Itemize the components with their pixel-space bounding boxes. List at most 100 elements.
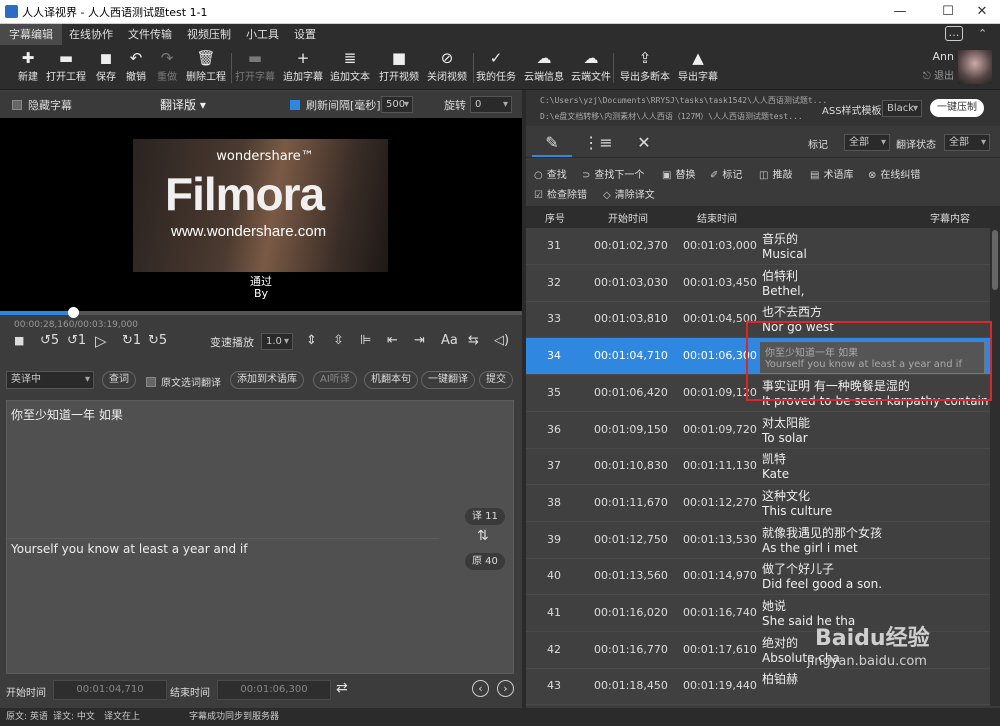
table-row[interactable]: 38 00:01:11,670 00:01:12,270 这种文化 This cultu…	[526, 485, 990, 522]
language-select[interactable]: 英译中	[6, 371, 94, 389]
tool-replace[interactable]: ▣ 替换	[662, 166, 695, 181]
menu-online-collab[interactable]: 在线协作	[60, 24, 122, 45]
rewind-1s-icon[interactable]: ↺1	[67, 330, 86, 352]
translate-status-select[interactable]: 全部	[944, 134, 990, 151]
forward-1s-icon[interactable]: ↻1	[122, 330, 141, 352]
submit-button[interactable]: 提交	[479, 371, 513, 389]
jump-start-icon[interactable]: ⇤	[387, 330, 398, 352]
row-start-time: 00:01:09,150	[594, 422, 668, 436]
tool-refine[interactable]: ◫ 推敲	[759, 166, 792, 181]
toolbar-cloud-upload-button[interactable]: ☁ 云端文件	[563, 48, 619, 83]
edit-pencil-icon[interactable]: ✎	[532, 129, 572, 157]
row-number: 43	[547, 679, 561, 693]
align-center-icon[interactable]: ⇳	[333, 330, 344, 352]
minimize-button[interactable]: —	[880, 0, 920, 24]
lookup-button[interactable]: 查词	[102, 371, 136, 389]
stop-icon[interactable]: ■	[14, 330, 24, 352]
seek-handle[interactable]	[68, 307, 80, 318]
row-translation: 对太阳能	[762, 415, 811, 430]
menu-file-transfer[interactable]: 文件传输	[119, 24, 181, 45]
align-left-icon[interactable]: ⊫	[360, 330, 371, 352]
one-key-compress-button[interactable]: 一键压制	[930, 99, 984, 117]
translation-textarea[interactable]: 你至少知道一年 如果	[11, 406, 123, 423]
tool-find-next[interactable]: ⊃ 查找下一个	[582, 166, 644, 181]
source-select-checkbox[interactable]	[146, 377, 156, 387]
end-time-input[interactable]: 00:01:06,300	[217, 680, 331, 700]
speed-select[interactable]: 1.0	[261, 333, 293, 350]
tool-label: 推敲	[772, 170, 793, 181]
mark-filter-select[interactable]: 全部	[844, 134, 890, 151]
refresh-checkbox[interactable]	[290, 100, 300, 110]
next-icon[interactable]: ›	[497, 680, 514, 697]
table-row[interactable]: 43 00:01:18,450 00:01:19,440 柏铂赫	[526, 668, 990, 706]
add-term-button[interactable]: 添加到术语库	[230, 371, 304, 389]
prev-icon[interactable]: ‹	[472, 680, 489, 697]
toolbar-text-button[interactable]: ≣ 追加文本	[322, 48, 378, 83]
one-key-translate-button[interactable]: 一键翻译	[421, 371, 475, 389]
tool-search[interactable]: ○ 查找	[534, 166, 567, 181]
menu-tools[interactable]: 小工具	[237, 24, 288, 45]
table-row[interactable]: 40 00:01:13,560 00:01:14,970 做了个好儿子 Did feel…	[526, 558, 990, 596]
align-icon[interactable]: ⇕	[306, 330, 317, 352]
start-time-input[interactable]: 00:01:04,710	[53, 680, 167, 700]
table-row[interactable]: 36 00:01:09,150 00:01:09,720 对太阳能 To solar	[526, 412, 990, 449]
toolbar-trash-button[interactable]: 🗑 删除工程	[178, 48, 234, 83]
tool-check[interactable]: ☑ 检查除错	[534, 186, 587, 201]
ass-style-select[interactable]: Black	[882, 100, 922, 117]
tool-online-fix[interactable]: ⊗ 在线纠错	[868, 166, 920, 181]
play-icon[interactable]: ▷	[95, 330, 107, 352]
menu-video-compress[interactable]: 视频压制	[178, 24, 240, 45]
logout-icon: ⎋	[922, 71, 931, 82]
row-translation: 做了个好儿子	[762, 562, 835, 577]
video-player[interactable]: wondershare™ Filmora www.wondershare.com…	[0, 118, 522, 311]
expand-icon[interactable]: ⌃	[978, 27, 987, 40]
tools-icon[interactable]: ✕	[624, 129, 664, 157]
chat-icon[interactable]: …	[945, 26, 963, 41]
toolbar-export-multi-button[interactable]: ⇪ 导出多断本	[617, 48, 673, 83]
machine-translate-button[interactable]: 机翻本句	[364, 371, 418, 389]
menu-settings[interactable]: 设置	[285, 24, 325, 45]
row-source: Musical	[762, 247, 807, 261]
speed-label: 变速播放	[210, 336, 254, 349]
tool-glossary[interactable]: ▤ 术语库	[810, 166, 853, 181]
col-number: 序号	[545, 214, 565, 225]
logout-link[interactable]: 退出	[934, 71, 954, 82]
table-scrollbar[interactable]	[990, 228, 1000, 706]
swap-icon[interactable]: ⇆	[468, 330, 479, 352]
forward-5s-icon[interactable]: ↻5	[148, 330, 167, 352]
rewind-5s-icon[interactable]: ↺5	[40, 330, 59, 352]
ass-style-label: ASS样式模板	[822, 106, 882, 117]
refresh-interval-input[interactable]: 500	[381, 96, 413, 113]
tool-eraser[interactable]: ◇ 清除译文	[603, 186, 655, 201]
toolbar-export-subtitle-button[interactable]: ▲ 导出字幕	[670, 48, 726, 83]
table-row[interactable]: 32 00:01:03,030 00:01:03,450 伯特利 Bethel,	[526, 265, 990, 302]
tool-pin[interactable]: ✐ 标记	[710, 166, 742, 181]
close-button[interactable]: ✕	[962, 0, 1000, 24]
video-path: D:\e盘文档转移\内测素材\人人西语（127M）\人人西语测试题test...	[540, 112, 803, 121]
ai-listen-button[interactable]: AI听译	[313, 371, 357, 389]
source-textarea[interactable]: Yourself you know at least a year and if	[11, 542, 247, 556]
menu-subtitle-edit[interactable]: 字幕编辑	[0, 24, 62, 45]
tool-label: 清除译文	[614, 190, 655, 201]
volume-icon[interactable]: ◁)	[494, 330, 509, 352]
status-source-lang: 原文: 英语	[6, 712, 48, 722]
swap-time-icon[interactable]: ⇄	[336, 680, 348, 696]
refine-icon: ◫	[759, 170, 769, 181]
font-size-icon[interactable]: Aa	[441, 330, 458, 352]
online-fix-icon: ⊗	[868, 170, 877, 181]
hide-subtitle-checkbox[interactable]	[12, 100, 22, 110]
subtitle-editor[interactable]: 你至少知道一年 如果 Yourself you know at least a …	[6, 400, 514, 674]
rotate-select[interactable]: 0	[470, 96, 512, 113]
row-number: 38	[547, 495, 561, 509]
table-row[interactable]: 31 00:01:02,370 00:01:03,000 音乐的 Musical	[526, 228, 990, 265]
swap-vertical-icon[interactable]: ⇅	[477, 528, 489, 544]
avatar[interactable]	[958, 50, 992, 84]
seek-bar[interactable]	[0, 307, 522, 318]
toolbar-video-off-button[interactable]: ⊘ 关闭视频	[419, 48, 475, 83]
timeline-icon[interactable]: ⋮≡	[578, 129, 618, 157]
table-row[interactable]: 39 00:01:12,750 00:01:13,530 就像我遇见的那个女孩 As t…	[526, 522, 990, 559]
table-row[interactable]: 37 00:01:10,830 00:01:11,130 凯特 Kate	[526, 448, 990, 486]
version-dropdown[interactable]: 翻译版 ▾	[160, 96, 206, 113]
jump-end-icon[interactable]: ⇥	[414, 330, 425, 352]
scrollbar-thumb[interactable]	[992, 230, 998, 290]
